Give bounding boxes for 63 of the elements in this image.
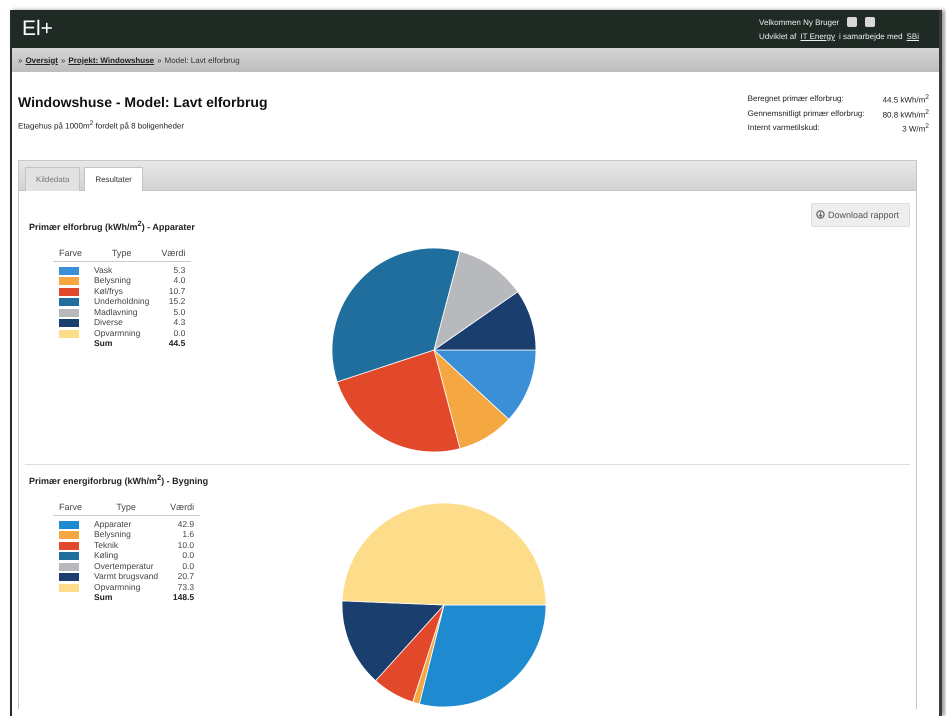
stat-label: Gennemsnitligt primær elforbrug:	[748, 108, 865, 120]
legend-value: 0.0	[172, 328, 186, 338]
stat-label: Beregnet primær elforbrug:	[748, 94, 845, 105]
legend-value: 73.3	[176, 582, 196, 592]
sum-label: Sum	[93, 592, 114, 603]
page-title: Windowshuse - Model: Lavt elforbrug	[18, 94, 268, 110]
legend-value: 20.7	[176, 571, 196, 582]
legend-type: Teknik	[93, 540, 120, 550]
legend-value: 4.3	[172, 317, 186, 328]
legend-type: Belysning	[93, 529, 132, 540]
legend-type: Køling	[93, 550, 120, 561]
legend-type: Opvarmning	[93, 328, 142, 338]
download-icon	[816, 210, 825, 220]
legend-value: 5.3	[155, 261, 192, 276]
legend-type: Vask	[88, 261, 156, 276]
column-header: Farve	[53, 248, 88, 262]
legend-type: Apparater	[88, 515, 164, 530]
column-header: Farve	[53, 502, 88, 516]
legend-type: Varmt brugsvand	[93, 571, 160, 582]
legend-value: 42.9	[164, 515, 200, 530]
stat-label: Internt varmetilskud:	[748, 123, 821, 134]
legend-value: 4.0	[172, 275, 186, 286]
legend-value: 15.2	[168, 296, 186, 307]
stat-value: 44.5 kWh/m$^{2}$	[882, 94, 929, 105]
column-header: Type	[88, 502, 164, 516]
page-subtitle: Etagehus på 1000m$^{2}$ fordelt på 8 boligenheder	[18, 120, 186, 131]
breadcrumb-separator: »	[18, 56, 22, 64]
breadcrumb-separator: »	[157, 56, 162, 64]
breadcrumb-separator: »	[60, 56, 66, 64]
legend-value: 5.0	[172, 306, 186, 318]
download-button[interactable]: Download rapport	[810, 202, 910, 227]
legend-type: Madlavning	[93, 306, 138, 318]
sum-label: Sum	[93, 338, 114, 349]
tab[interactable]: Resultater	[84, 166, 143, 191]
credit-text: Udviklet af	[759, 32, 796, 41]
partner-link[interactable]: SBi	[906, 32, 919, 41]
legend-type: Opvarmning	[93, 582, 142, 592]
welcome-text: Velkommen Ny Bruger	[759, 18, 840, 26]
legend-type: Overtemperatur	[93, 560, 155, 572]
breadcrumb-link[interactable]: Oversigt	[25, 56, 58, 64]
column-header: Type	[88, 248, 156, 262]
legend-value: 10.0	[176, 540, 196, 550]
app-logo: El+	[22, 17, 53, 41]
column-header: Værdi	[155, 248, 192, 262]
legend-value: 1.6	[181, 529, 196, 540]
legend-type: Belysning	[93, 275, 132, 286]
breadcrumb-link[interactable]: Projekt: Windowshuse	[68, 56, 154, 64]
stat-value: 80.8 kWh/m$^{2}$	[882, 108, 929, 120]
credit-link[interactable]: IT Energy	[800, 32, 835, 41]
legend-type: Underholdning	[93, 296, 150, 307]
chart-title: Primær elforbrug (kWh/m$^{2}$) - Apparater	[29, 218, 196, 232]
chart-title: Primær energiforbrug (kWh/m$^{2}$) - Bygning	[29, 472, 210, 486]
legend-type: Køl/frys	[93, 286, 124, 296]
sum-value: 44.5	[168, 338, 186, 349]
credit-text: i samarbejde med	[838, 32, 903, 41]
stat-value: 3 W/m$^{2}$	[901, 123, 929, 134]
legend-value: 0.0	[181, 550, 196, 561]
legend-value: 0.0	[181, 560, 196, 572]
sum-value: 148.5	[172, 592, 196, 603]
breadcrumb-current: Model: Lavt elforbrug	[164, 56, 240, 64]
legend-type: Diverse	[93, 317, 124, 328]
column-header: Værdi	[164, 502, 200, 516]
legend-value: 10.7	[168, 286, 186, 296]
